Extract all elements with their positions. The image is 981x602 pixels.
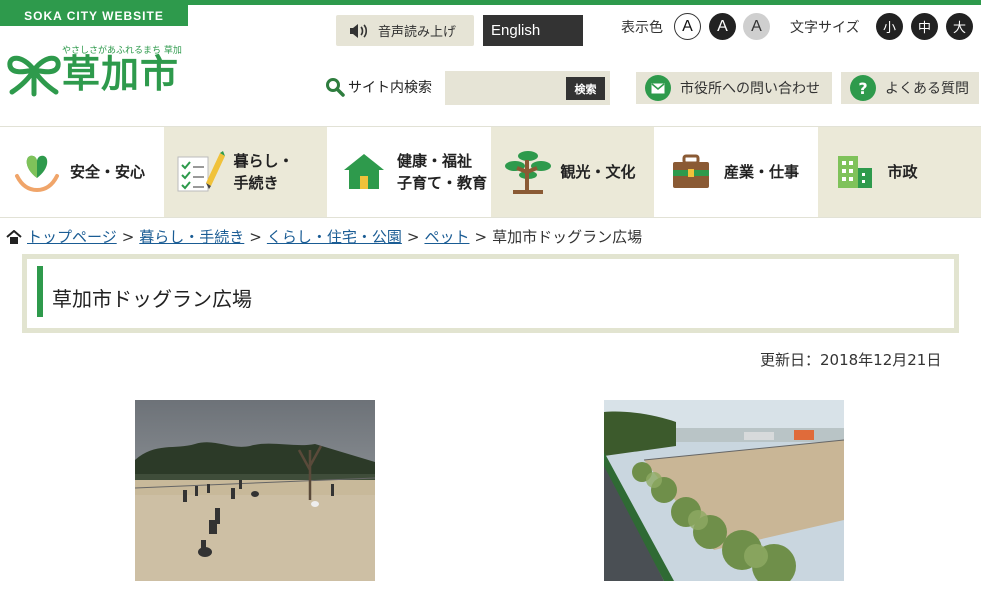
house-icon — [339, 147, 389, 197]
site-tag: SOKA CITY WEBSITE — [0, 5, 188, 26]
logo-name: 草加市 — [62, 52, 180, 96]
home-icon — [6, 229, 22, 244]
color-grey-option[interactable]: A — [743, 13, 770, 40]
logo-mark-icon — [7, 55, 61, 97]
gnav-health[interactable]: 健康・福祉 子育て・教育 — [327, 127, 491, 217]
checklist-pencil-icon — [176, 147, 226, 197]
search-button[interactable]: 検索 — [566, 77, 605, 100]
gnav-city-government[interactable]: 市政 — [817, 127, 981, 217]
breadcrumb-link-pets[interactable]: ペット — [424, 226, 469, 247]
gnav-city-government-label: 市政 — [887, 163, 918, 181]
contact-city-hall-button[interactable]: 市役所への問い合わせ — [636, 72, 832, 104]
gnav-industry-label: 産業・仕事 — [724, 163, 800, 181]
breadcrumb-link-housing-parks[interactable]: くらし・住宅・公園 — [267, 226, 402, 247]
gnav-tourism[interactable]: 観光・文化 — [490, 127, 654, 217]
contact-label: 市役所への問い合わせ — [680, 81, 820, 97]
gnav-living[interactable]: 暮らし・ 手続き — [163, 127, 327, 217]
speaker-icon — [348, 23, 368, 39]
text-size-medium-button[interactable]: 中 — [911, 13, 938, 40]
site-search-label: サイト内検索 — [325, 77, 432, 97]
text-size-label: 文字サイズ — [790, 20, 860, 36]
dog-run-photo-2 — [604, 400, 844, 581]
mail-icon — [645, 75, 671, 101]
global-navigation: 安全・安心 暮らし・ 手続き 健康・福祉 子育て・教育 観光・文化 産業・仕事 … — [0, 126, 981, 218]
dog-run-photo-1 — [135, 400, 375, 581]
site-logo[interactable]: やさしさがあふれるまち 草加 草加市 — [4, 40, 194, 100]
page-title-box: 草加市ドッグラン広場 — [22, 254, 959, 333]
gnav-tourism-label: 観光・文化 — [560, 163, 636, 181]
gnav-living-label-1: 暮らし・ — [233, 152, 294, 170]
color-black-option[interactable]: A — [709, 13, 736, 40]
faq-label: よくある質問 — [885, 81, 969, 97]
text-size-large-button[interactable]: 大 — [946, 13, 973, 40]
gnav-safety-label: 安全・安心 — [70, 163, 146, 181]
breadcrumb-link-top[interactable]: トップページ — [27, 226, 117, 247]
title-accent-bar — [37, 266, 43, 317]
breadcrumb-separator: > — [474, 227, 488, 246]
page-title: 草加市ドッグラン広場 — [52, 287, 252, 311]
pine-tree-icon — [503, 147, 553, 197]
faq-button[interactable]: ? よくある質問 — [841, 72, 979, 104]
heart-hands-icon — [12, 147, 62, 197]
gnav-living-label-2: 手続き — [233, 174, 279, 192]
search-input[interactable] — [449, 74, 561, 102]
breadcrumb-separator: > — [406, 227, 420, 246]
building-icon — [830, 147, 880, 197]
gnav-safety[interactable]: 安全・安心 — [0, 127, 164, 217]
gnav-industry[interactable]: 産業・仕事 — [654, 127, 818, 217]
search-icon — [325, 77, 345, 97]
site-search-text: サイト内検索 — [348, 80, 432, 96]
english-button[interactable]: English — [483, 15, 583, 46]
breadcrumb-separator: > — [121, 227, 135, 246]
search-box: 検索 — [445, 71, 610, 105]
breadcrumb-current: 草加市ドッグラン広場 — [492, 228, 643, 246]
updated-date: 更新日：2018年12月21日 — [760, 351, 942, 369]
text-size-small-button[interactable]: 小 — [876, 13, 903, 40]
read-aloud-label: 音声読み上げ — [378, 25, 457, 40]
briefcase-icon — [666, 147, 716, 197]
display-color-label: 表示色 — [621, 20, 663, 36]
breadcrumb: トップページ > 暮らし・手続き > くらし・住宅・公園 > ペット > 草加市… — [6, 226, 642, 247]
read-aloud-button[interactable]: 音声読み上げ — [336, 15, 474, 46]
question-icon: ? — [850, 75, 876, 101]
color-white-option[interactable]: A — [674, 13, 701, 40]
breadcrumb-link-living[interactable]: 暮らし・手続き — [139, 226, 244, 247]
gnav-health-label-1: 健康・福祉 — [397, 152, 473, 170]
gnav-health-label-2: 子育て・教育 — [397, 174, 488, 192]
breadcrumb-separator: > — [249, 227, 262, 246]
